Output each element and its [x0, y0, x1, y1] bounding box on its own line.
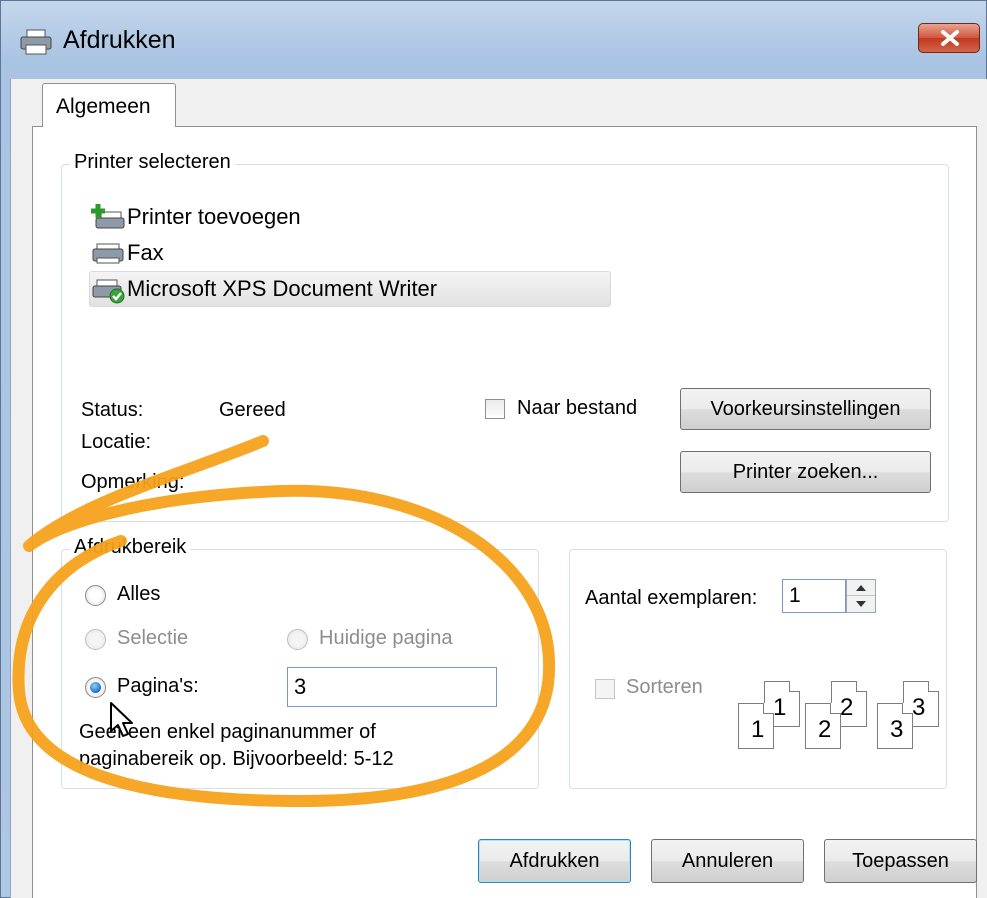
printer-item-add[interactable]: Printer toevoegen — [91, 199, 301, 235]
radio-all[interactable] — [85, 585, 106, 606]
radio-current-page-label[interactable]: Huidige pagina — [319, 627, 452, 650]
printer-name: Microsoft XPS Document Writer — [127, 276, 438, 301]
fax-icon — [92, 243, 124, 264]
collate-page-front: 1 — [738, 703, 774, 749]
copies-label: Aantal exemplaren: — [585, 587, 758, 609]
arrow-up-icon — [856, 584, 866, 591]
printer-icon — [20, 29, 52, 55]
window-title: Afdrukken — [63, 26, 176, 54]
preferences-button[interactable]: Voorkeursinstellingen — [680, 388, 931, 430]
to-file-label[interactable]: Naar bestand — [517, 397, 637, 420]
add-printer-icon — [91, 204, 125, 229]
spin-down-button[interactable] — [847, 596, 875, 612]
range-help-line2: paginabereik op. Bijvoorbeeld: 5-12 — [79, 748, 394, 770]
spin-up-button[interactable] — [847, 580, 875, 596]
page-number: 1 — [751, 716, 765, 743]
printer-item-xps[interactable]: Microsoft XPS Document Writer — [91, 271, 437, 307]
status-label: Status: — [81, 399, 144, 421]
printer-item-fax[interactable]: Fax — [91, 235, 164, 271]
page-number: 3 — [890, 716, 904, 743]
cancel-button[interactable]: Annuleren — [651, 839, 804, 883]
title-bar[interactable]: Afdrukken — [1, 1, 987, 79]
radio-selection[interactable] — [85, 629, 106, 650]
collate-page-front: 2 — [805, 703, 841, 749]
comment-label: Opmerking: — [81, 471, 185, 493]
radio-pages-label[interactable]: Pagina's: — [117, 675, 199, 698]
tab-algemeen[interactable]: Algemeen — [42, 83, 176, 127]
printer-group-label: Printer selecteren — [70, 151, 235, 174]
print-dialog: Afdrukken Algemeen Printer selecteren Pr… — [0, 0, 987, 898]
collate-page-front: 3 — [877, 703, 913, 749]
arrow-down-icon — [856, 601, 866, 607]
xps-printer-icon — [92, 279, 125, 304]
collate-label[interactable]: Sorteren — [626, 676, 703, 699]
page-number: 2 — [840, 694, 854, 721]
close-button[interactable] — [918, 23, 980, 53]
find-printer-button[interactable]: Printer zoeken... — [680, 451, 931, 493]
to-file-checkbox[interactable] — [485, 399, 505, 419]
radio-selection-label[interactable]: Selectie — [117, 627, 188, 650]
pages-input[interactable]: 3 — [287, 667, 497, 707]
radio-all-label[interactable]: Alles — [117, 583, 160, 606]
printer-name: Printer toevoegen — [127, 204, 301, 229]
mouse-cursor-icon — [110, 702, 133, 737]
page-number: 1 — [773, 694, 787, 721]
close-icon — [941, 30, 959, 46]
print-button[interactable]: Afdrukken — [478, 839, 631, 883]
tab-label: Algemeen — [56, 95, 151, 118]
copies-spinner[interactable] — [846, 579, 876, 613]
radio-current-page[interactable] — [287, 629, 308, 650]
location-label: Locatie: — [81, 431, 152, 453]
copies-group — [569, 549, 947, 789]
status-value: Gereed — [219, 399, 286, 421]
range-group-label: Afdrukbereik — [70, 536, 191, 559]
page-number: 2 — [818, 716, 832, 743]
printer-name: Fax — [127, 240, 164, 265]
page-number: 3 — [912, 694, 926, 721]
radio-pages[interactable] — [85, 677, 106, 698]
collate-checkbox[interactable] — [595, 679, 615, 699]
apply-button[interactable]: Toepassen — [824, 839, 977, 883]
copies-input[interactable]: 1 — [782, 579, 846, 613]
